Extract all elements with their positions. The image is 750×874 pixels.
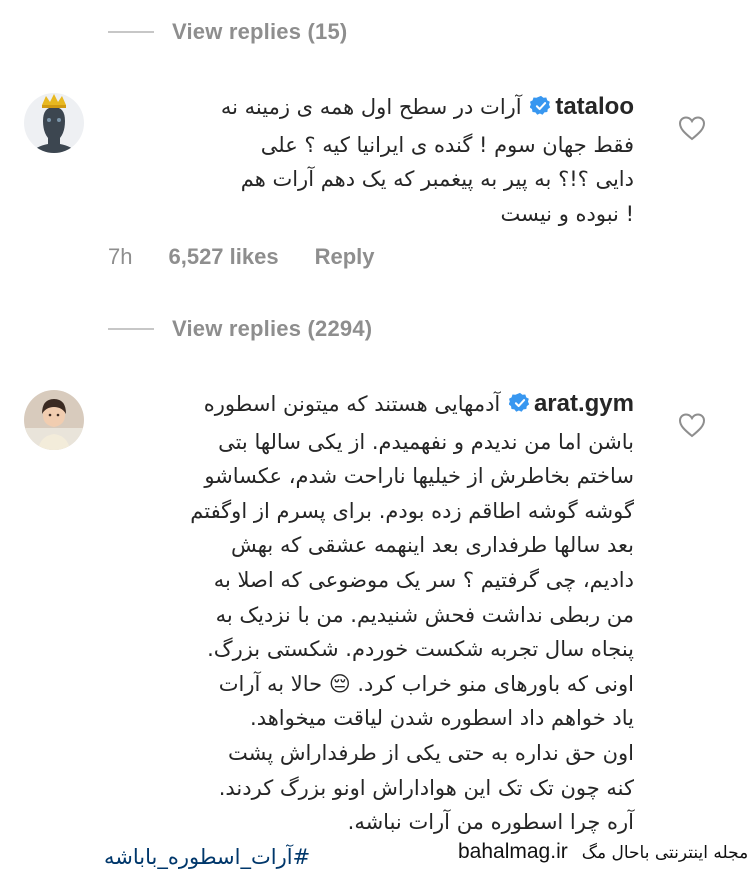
comment-text-line: آدمهایی هستند که میتونن اسطوره (203, 392, 501, 416)
avatar[interactable] (24, 390, 84, 450)
hashtag-link[interactable]: #آرات_اسطوره_باباشه (104, 845, 310, 869)
comment-text-line: باشن اما من ندیدم و نفهمیدم. از یکی ساله… (218, 429, 634, 454)
heart-icon[interactable] (678, 412, 706, 438)
comment-time: 7h (108, 244, 133, 269)
comment-text-line: یاد خواهم داد اسطوره شدن لیاقت میخواهد. (250, 706, 634, 731)
verified-badge-icon (529, 93, 552, 128)
crowned-man-avatar-icon (24, 93, 84, 153)
view-replies-toggle[interactable]: View replies (15) (108, 16, 347, 48)
likes-count[interactable]: 6,527 likes (168, 244, 278, 270)
comment-text-line: کنه چون تک تک این هواداراش اونو بزرگ کرد… (218, 775, 634, 800)
comment-text-line: دادیم، چی گرفتیم ؟ سر یک موضوعی که اصلا … (213, 567, 634, 592)
comment-meta: 7h 6,527 likes Reply (108, 244, 375, 270)
watermark-text: مجله اینترنتی باحال مگ (581, 843, 749, 863)
comment-text-line: دایی ؟!؟ به پیر به پیغمبر که یک دهم آرات… (240, 167, 634, 192)
comment-text-line: گوشه گوشه اطاقم زده بودم. برای پسرم از ا… (190, 498, 634, 523)
comment-text-line: پنجاه سال تجربه شکست خوردم. شکستی بزرگ. (207, 637, 634, 662)
comment-text-line: آره چرا اسطوره من آرات نباشه. (347, 810, 634, 835)
comment-text-line: ! نبوده و نیست (500, 201, 634, 226)
avatar[interactable] (24, 93, 84, 153)
comment-body: arat.gym آدمهایی هستند که میتونن اسطوره … (104, 387, 634, 874)
comment-username[interactable]: tataloo (555, 93, 634, 120)
reply-button[interactable]: Reply (315, 244, 375, 270)
view-replies-toggle[interactable]: View replies (2294) (108, 313, 372, 345)
comment-text-line: آرات در سطح اول همه ی زمینه نه (220, 95, 522, 119)
comment-text-line: فقط جهان سوم ! گنده ی ایرانیا کیه ؟ علی (260, 132, 634, 157)
comment-text-line: ساختم بخاطرش از خیلیها ناراحت شدم، عکساش… (204, 464, 634, 489)
replies-divider (108, 328, 154, 330)
comment-text-line: بعد سالها طرفداری بعد اینهمه عشقی که بهش (230, 533, 634, 558)
view-replies-label: View replies (2294) (172, 316, 373, 341)
watermark-domain: bahalmag.ir (458, 840, 568, 863)
comment-text-line: اون حق نداره به حتی یکی از طرفداراش پشت (228, 740, 634, 765)
comment-text-line: من ربطی نداشت فحش شنیدیم. من با نزدیک به (215, 602, 634, 627)
view-replies-label: View replies (15) (172, 19, 348, 44)
comment-body: tataloo آرات در سطح اول همه ی زمینه نه ف… (104, 90, 634, 231)
comment-text-line: اونی که باورهای منو خراب کرد. 😔 حالا به … (218, 671, 634, 696)
watermark: bahalmag.ir مجله اینترنتی باحال مگ (458, 840, 748, 864)
heart-icon[interactable] (678, 115, 706, 141)
verified-badge-icon (508, 390, 531, 425)
boy-avatar-icon (24, 390, 84, 450)
replies-divider (108, 31, 154, 33)
comment-username[interactable]: arat.gym (534, 390, 634, 417)
